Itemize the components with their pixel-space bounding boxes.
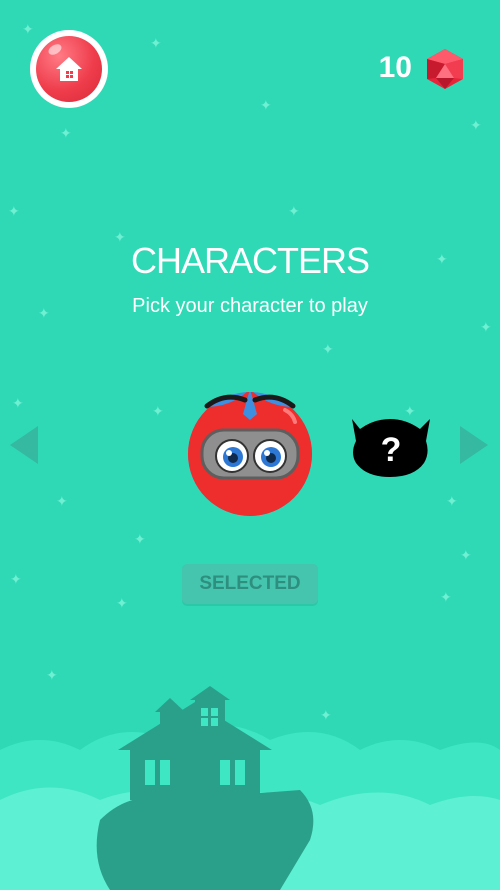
home-button[interactable] xyxy=(30,30,108,108)
sparkle-icon: ✦ xyxy=(480,319,492,335)
sparkle-icon: ✦ xyxy=(288,203,300,219)
gem-count: 10 xyxy=(378,51,412,84)
sparkle-icon: ✦ xyxy=(460,547,472,563)
previous-character-button[interactable] xyxy=(10,426,38,464)
sparkle-icon: ✦ xyxy=(260,97,272,113)
selected-button[interactable]: SELECTED xyxy=(182,564,318,604)
question-mark-icon: ? xyxy=(381,431,402,469)
page-title: CHARACTERS xyxy=(130,240,370,281)
red-gem-icon xyxy=(427,49,463,89)
sparkle-icon: ✦ xyxy=(440,589,452,605)
page-subtitle: Pick your character to play xyxy=(132,295,368,317)
sparkle-icon: ✦ xyxy=(8,203,20,219)
sparkle-icon: ✦ xyxy=(60,125,72,141)
sparkle-icon: ✦ xyxy=(322,341,334,357)
sparkle-icon: ✦ xyxy=(12,395,24,411)
locked-character-silhouette[interactable]: ? xyxy=(348,413,434,481)
sparkle-icon: ✦ xyxy=(470,117,482,133)
sparkle-icon: ✦ xyxy=(10,571,22,587)
haunted-house-scenery xyxy=(0,686,500,890)
sparkle-icon: ✦ xyxy=(56,493,68,509)
masked-ball-character[interactable] xyxy=(185,384,315,519)
sparkle-icon: ✦ xyxy=(134,531,146,547)
sparkle-icon: ✦ xyxy=(152,403,164,419)
sparkle-icon: ✦ xyxy=(150,35,162,51)
sparkle-icon: ✦ xyxy=(116,595,128,611)
house-icon xyxy=(56,57,82,81)
next-character-button[interactable] xyxy=(460,426,488,464)
home-button-face xyxy=(36,36,102,102)
sparkle-icon: ✦ xyxy=(22,21,34,37)
sparkle-icon: ✦ xyxy=(446,493,458,509)
